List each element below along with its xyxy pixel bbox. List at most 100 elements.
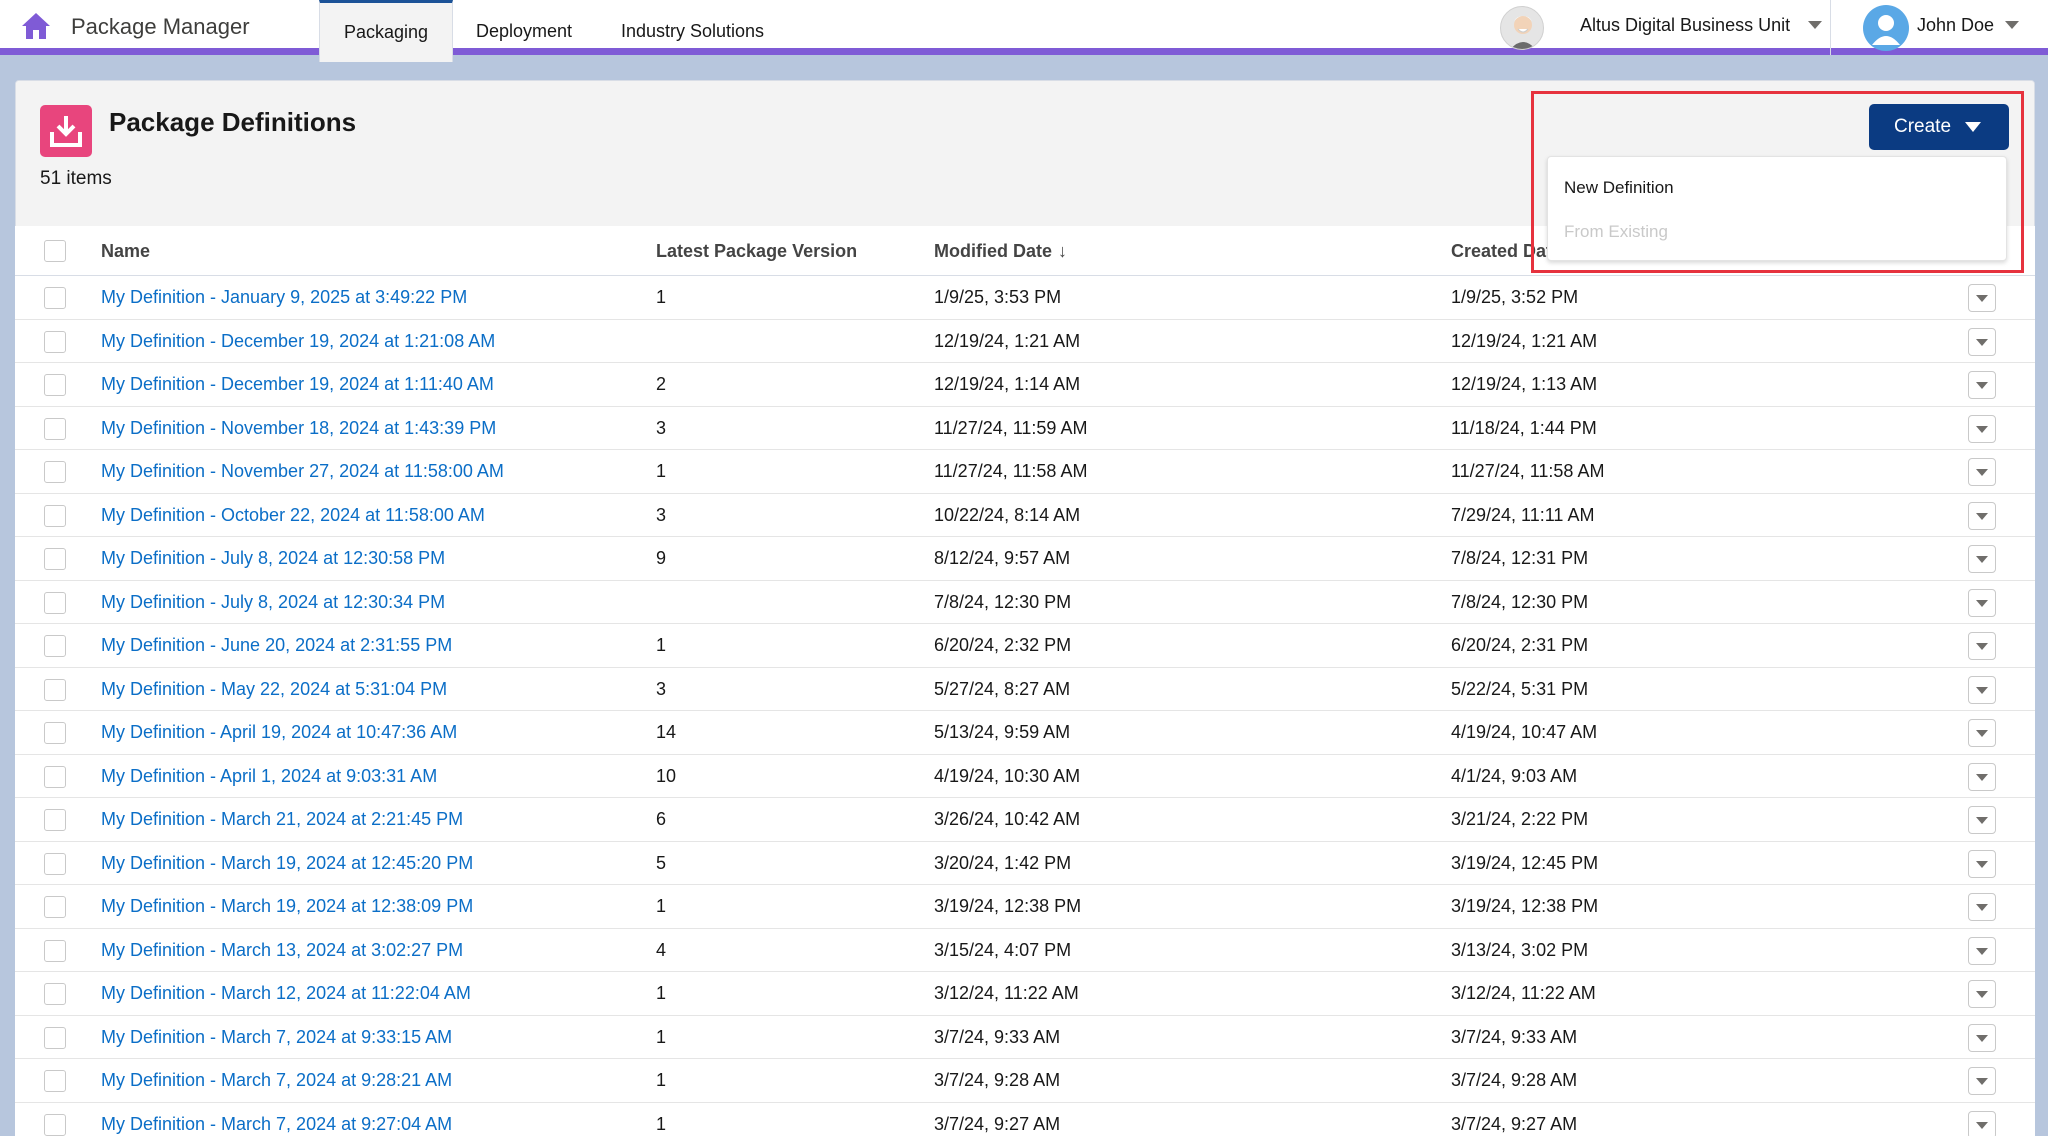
created-date: 11/18/24, 1:44 PM <box>1451 417 1597 438</box>
row-checkbox[interactable] <box>44 330 66 353</box>
row-checkbox[interactable] <box>44 548 66 570</box>
latest-version: 1 <box>656 1026 667 1047</box>
row-checkbox[interactable] <box>44 635 66 657</box>
created-date: 3/19/24, 12:38 PM <box>1451 896 1599 916</box>
tab-industry-solutions[interactable]: Industry Solutions <box>605 0 780 62</box>
row-actions-button[interactable] <box>1968 893 1996 921</box>
row-checkbox[interactable] <box>44 939 66 962</box>
definition-link[interactable]: My Definition - March 19, 2024 at 12:38:… <box>101 896 473 917</box>
definition-link[interactable]: My Definition - March 7, 2024 at 9:27:04… <box>101 1114 452 1135</box>
definition-link[interactable]: My Definition - December 19, 2024 at 1:1… <box>101 374 494 395</box>
row-actions-button[interactable] <box>1968 371 1996 399</box>
row-actions-button[interactable] <box>1968 632 1996 660</box>
row-checkbox[interactable] <box>44 722 66 744</box>
definition-link[interactable]: My Definition - December 19, 2024 at 1:2… <box>101 331 495 352</box>
menu-item-from-existing[interactable]: From Existing <box>1564 222 1668 242</box>
org-avatar <box>1500 6 1544 50</box>
row-actions-button[interactable] <box>1968 1023 1996 1052</box>
definition-link[interactable]: My Definition - April 19, 2024 at 10:47:… <box>101 722 457 743</box>
row-actions-button[interactable] <box>1968 588 1996 617</box>
row-checkbox[interactable] <box>44 504 66 527</box>
chevron-down-icon[interactable] <box>1808 21 1822 29</box>
created-date: 3/7/24, 9:33 AM <box>1451 1026 1578 1047</box>
row-actions-button[interactable] <box>1968 806 1996 834</box>
modified-date: 3/7/24, 9:27 AM <box>934 1113 1061 1134</box>
column-header-name[interactable]: Name <box>101 241 150 262</box>
created-date: 12/19/24, 1:13 AM <box>1451 374 1598 394</box>
home-icon[interactable] <box>20 10 52 42</box>
table-row: My Definition - March 21, 2024 at 2:21:4… <box>15 798 2035 842</box>
row-checkbox[interactable] <box>44 765 66 788</box>
modified-date: 6/20/24, 2:32 PM <box>934 635 1072 655</box>
modified-date: 11/27/24, 11:59 AM <box>934 417 1088 438</box>
definition-link[interactable]: My Definition - April 1, 2024 at 9:03:31… <box>101 766 437 787</box>
org-switcher[interactable]: Altus Digital Business Unit <box>1580 15 1790 36</box>
definition-link[interactable]: My Definition - June 20, 2024 at 2:31:55… <box>101 635 452 656</box>
row-actions-button[interactable] <box>1968 501 1996 530</box>
row-actions-button[interactable] <box>1968 936 1996 965</box>
created-date: 7/8/24, 12:31 PM <box>1451 548 1589 568</box>
row-actions-button[interactable] <box>1968 719 1996 747</box>
latest-version: 14 <box>656 722 677 742</box>
row-actions-button[interactable] <box>1968 327 1996 356</box>
row-checkbox[interactable] <box>44 1070 66 1092</box>
package-icon <box>40 105 92 157</box>
definition-link[interactable]: My Definition - March 7, 2024 at 9:33:15… <box>101 1027 452 1048</box>
select-all-checkbox[interactable] <box>44 240 66 262</box>
tab-deployment[interactable]: Deployment <box>465 0 583 62</box>
row-checkbox[interactable] <box>44 809 66 831</box>
table-body: My Definition - January 9, 2025 at 3:49:… <box>15 276 2035 1136</box>
definition-link[interactable]: My Definition - October 22, 2024 at 11:5… <box>101 505 485 526</box>
tab-packaging[interactable]: Packaging <box>319 0 453 62</box>
column-header-modified-label: Modified Date <box>934 241 1053 261</box>
definition-link[interactable]: My Definition - March 12, 2024 at 11:22:… <box>101 983 471 1004</box>
row-checkbox[interactable] <box>44 678 66 701</box>
definition-link[interactable]: My Definition - March 7, 2024 at 9:28:21… <box>101 1070 452 1091</box>
definition-link[interactable]: My Definition - November 27, 2024 at 11:… <box>101 461 504 482</box>
row-actions-button[interactable] <box>1968 1067 1996 1095</box>
definition-link[interactable]: My Definition - March 13, 2024 at 3:02:2… <box>101 940 463 961</box>
modified-date: 7/8/24, 12:30 PM <box>934 591 1072 612</box>
row-actions-button[interactable] <box>1968 675 1996 704</box>
row-checkbox[interactable] <box>44 461 66 483</box>
row-checkbox[interactable] <box>44 852 66 875</box>
row-checkbox[interactable] <box>44 417 66 440</box>
column-header-modified-date[interactable]: Modified Date ↓ <box>934 241 1067 262</box>
definition-link[interactable]: My Definition - July 8, 2024 at 12:30:58… <box>101 548 445 569</box>
row-checkbox[interactable] <box>44 896 66 918</box>
row-checkbox[interactable] <box>44 374 66 396</box>
table-row: My Definition - April 19, 2024 at 10:47:… <box>15 711 2035 755</box>
row-actions-button[interactable] <box>1968 284 1996 312</box>
row-actions-button[interactable] <box>1968 545 1996 573</box>
row-actions-button[interactable] <box>1968 414 1996 443</box>
definition-link[interactable]: My Definition - May 22, 2024 at 5:31:04 … <box>101 679 447 700</box>
user-menu[interactable]: John Doe <box>1917 15 1994 36</box>
created-date: 4/1/24, 9:03 AM <box>1451 765 1578 786</box>
definition-link[interactable]: My Definition - March 19, 2024 at 12:45:… <box>101 853 473 874</box>
table-row: My Definition - April 1, 2024 at 9:03:31… <box>15 754 2035 798</box>
table-row: My Definition - March 7, 2024 at 9:28:21… <box>15 1059 2035 1103</box>
row-actions-button[interactable] <box>1968 1110 1996 1136</box>
row-actions-button[interactable] <box>1968 458 1996 486</box>
column-header-latest-version[interactable]: Latest Package Version <box>656 241 857 262</box>
row-actions-button[interactable] <box>1968 849 1996 878</box>
row-checkbox[interactable] <box>44 983 66 1005</box>
modified-date: 4/19/24, 10:30 AM <box>934 765 1081 786</box>
created-date: 4/19/24, 10:47 AM <box>1451 722 1598 742</box>
create-button[interactable]: Create <box>1869 104 2009 150</box>
definition-link[interactable]: My Definition - November 18, 2024 at 1:4… <box>101 418 496 439</box>
row-checkbox[interactable] <box>44 1026 66 1049</box>
row-actions-button[interactable] <box>1968 980 1996 1008</box>
row-actions-button[interactable] <box>1968 762 1996 791</box>
chevron-down-icon[interactable] <box>2005 21 2019 29</box>
row-checkbox[interactable] <box>44 591 66 614</box>
row-checkbox[interactable] <box>44 287 66 309</box>
menu-item-new-definition[interactable]: New Definition <box>1564 178 1674 198</box>
definition-link[interactable]: My Definition - July 8, 2024 at 12:30:34… <box>101 592 445 613</box>
user-avatar[interactable] <box>1863 5 1909 51</box>
page-title: Package Definitions <box>109 107 357 137</box>
definition-link[interactable]: My Definition - January 9, 2025 at 3:49:… <box>101 287 467 308</box>
definition-link[interactable]: My Definition - March 21, 2024 at 2:21:4… <box>101 809 463 830</box>
column-header-created-date[interactable]: Created Date <box>1451 241 1562 262</box>
row-checkbox[interactable] <box>44 1113 66 1136</box>
